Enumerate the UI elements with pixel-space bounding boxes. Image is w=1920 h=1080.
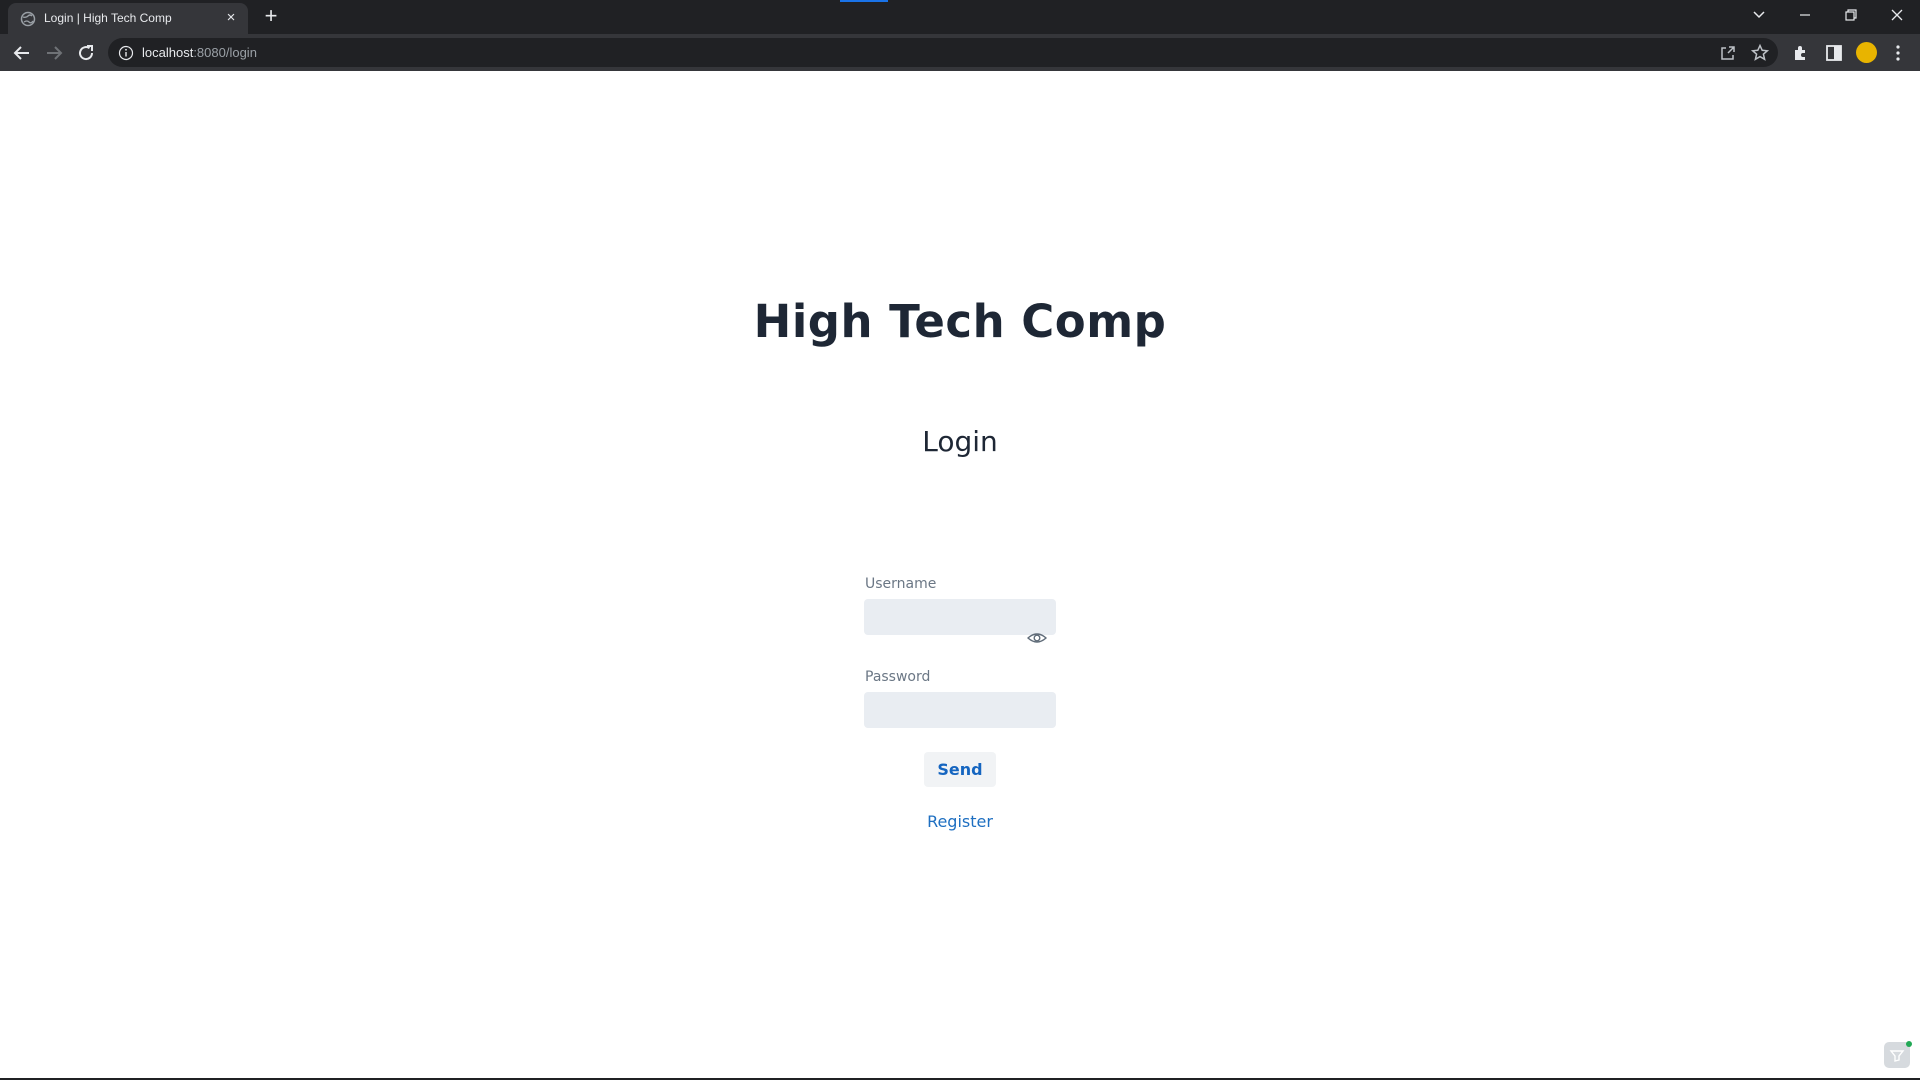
browser-chrome: Login | High Tech Comp × + localhost:808… xyxy=(0,0,1920,71)
send-button[interactable]: Send xyxy=(924,752,996,787)
password-label: Password xyxy=(865,669,931,685)
extensions-puzzle-icon[interactable] xyxy=(1791,43,1811,63)
url-host: localhost xyxy=(142,45,194,60)
close-window-icon[interactable] xyxy=(1883,4,1911,26)
tab-close-icon[interactable]: × xyxy=(222,9,240,27)
browser-toolbar: localhost:8080/login xyxy=(0,34,1920,71)
tab-highlight-bar xyxy=(840,0,888,2)
share-icon[interactable] xyxy=(1718,43,1738,63)
site-title: High Tech Comp xyxy=(753,295,1167,348)
username-label: Username xyxy=(865,576,937,592)
url-text: localhost:8080/login xyxy=(142,45,257,60)
new-tab-icon[interactable]: + xyxy=(260,5,282,28)
back-arrow-icon[interactable] xyxy=(10,41,34,65)
side-panel-icon[interactable] xyxy=(1824,43,1844,63)
browser-tab[interactable]: Login | High Tech Comp × xyxy=(8,3,248,34)
minimize-icon[interactable] xyxy=(1791,4,1819,26)
menu-kebab-icon[interactable] xyxy=(1888,43,1908,63)
reload-icon[interactable] xyxy=(74,41,98,65)
page-content xyxy=(0,71,1920,1080)
login-heading: Login xyxy=(922,425,998,458)
register-link[interactable]: Register xyxy=(0,812,1920,831)
url-path: :8080/login xyxy=(193,45,257,60)
tab-title: Login | High Tech Comp xyxy=(44,11,172,25)
tab-search-chevron-icon[interactable] xyxy=(1745,4,1773,26)
show-password-eye-icon[interactable] xyxy=(1027,630,1047,646)
forward-arrow-icon[interactable] xyxy=(42,41,66,65)
tab-strip: Login | High Tech Comp × + xyxy=(0,0,1920,34)
info-icon[interactable] xyxy=(118,45,134,61)
profile-avatar[interactable] xyxy=(1856,42,1877,63)
globe-icon xyxy=(20,11,36,27)
password-input[interactable] xyxy=(864,692,1056,728)
bookmark-star-icon[interactable] xyxy=(1750,43,1770,63)
notification-dot xyxy=(1906,1041,1912,1047)
filter-icon xyxy=(1889,1050,1905,1062)
address-bar[interactable]: localhost:8080/login xyxy=(108,38,1778,67)
restore-icon[interactable] xyxy=(1837,4,1865,26)
